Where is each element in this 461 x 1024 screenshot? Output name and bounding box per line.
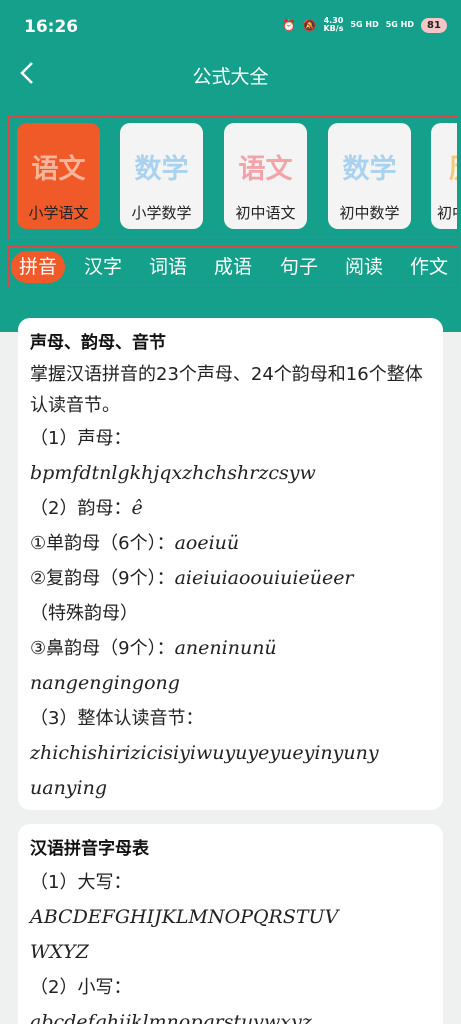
formula-text: ABCDEFGHIJKLMNOPQRSTUV	[30, 906, 339, 928]
card-text: （2）韵母：ê	[30, 497, 143, 519]
category-label: 初中语文	[235, 204, 296, 222]
category-junior-history[interactable]: 历 初中	[431, 123, 457, 229]
tab-hanzi[interactable]: 汉字	[76, 251, 130, 283]
formula-card-pinyin[interactable]: 声母、韵母、音节 掌握汉语拼音的23个声母、24个韵母和16个整体认读音节。 （…	[18, 318, 443, 810]
status-bar: 16:26 ⏰ 🔕 4.30 KB/s 5G HD 5G HD 81	[0, 0, 461, 52]
formula-text: uanying	[30, 777, 108, 799]
signal-1: 5G HD	[350, 20, 379, 29]
card-title: 声母、韵母、音节	[30, 333, 166, 353]
card-text: （2）小写：	[30, 977, 132, 998]
category-icon: 语文	[31, 154, 86, 185]
category-primary-math[interactable]: 数学 小学数学	[120, 123, 203, 229]
category-junior-chinese[interactable]: 语文 初中语文	[224, 123, 307, 229]
formula-text: nangengingong	[30, 672, 180, 694]
card-text: 掌握汉语拼音的23个声母、24个韵母和16个整体认读音节。	[30, 364, 423, 416]
card-text: （3）整体认读音节：	[30, 708, 204, 729]
category-icon: 数学	[134, 154, 189, 185]
tab-ciyu[interactable]: 词语	[141, 251, 195, 283]
tab-pinyin[interactable]: 拼音	[11, 251, 65, 283]
category-label: 初中	[437, 204, 457, 222]
card-text: ②复韵母（9个）：aieiuiaoouiuieüeer	[30, 567, 354, 589]
category-label: 小学语文	[28, 204, 89, 222]
card-title: 汉语拼音字母表	[30, 839, 149, 859]
category-label: 初中数学	[339, 204, 400, 222]
category-junior-math[interactable]: 数学 初中数学	[328, 123, 411, 229]
network-speed: 4.30 KB/s	[323, 16, 344, 33]
formula-text: WXYZ	[30, 941, 89, 963]
category-icon: 数学	[342, 154, 397, 185]
category-primary-chinese[interactable]: 语文 小学语文	[17, 123, 100, 229]
mute-icon: 🔕	[302, 18, 317, 32]
card-text: ③鼻韵母（9个）：aneninunü	[30, 637, 277, 659]
status-icons: ⏰ 🔕 4.30 KB/s 5G HD 5G HD 81	[282, 17, 447, 33]
formula-text: bpmfdtnlgkhjqxzhchshrzcsyw	[30, 462, 316, 484]
card-text: （1）大写：	[30, 872, 132, 893]
app-header: 公式大全	[0, 52, 461, 98]
signal-2: 5G HD	[385, 20, 414, 29]
card-text: （特殊韵母）	[30, 603, 138, 624]
formula-text: abcdefghijklmnopqrstuvwxyz	[30, 1011, 312, 1024]
category-icon: 语文	[238, 154, 293, 185]
alarm-icon: ⏰	[282, 18, 296, 32]
category-label: 小学数学	[131, 204, 192, 222]
tab-zuowen[interactable]: 作文	[402, 251, 456, 283]
card-text: （1）声母：	[30, 428, 132, 449]
page-title: 公式大全	[192, 66, 269, 88]
category-strip[interactable]: 语文 小学语文 数学 小学数学 语文 初中语文 数学 初中数学 历 初中	[8, 116, 458, 240]
tab-juzi[interactable]: 句子	[272, 251, 326, 283]
battery-icon: 81	[421, 17, 447, 33]
subject-tabs: 拼音 汉字 词语 成语 句子 阅读 作文	[8, 246, 458, 288]
status-time: 16:26	[24, 17, 79, 37]
tab-yuedu[interactable]: 阅读	[337, 251, 391, 283]
card-text: ①单韵母（6个）：aoeiuü	[30, 532, 240, 554]
tab-chengyu[interactable]: 成语	[206, 251, 260, 283]
category-icon: 历	[431, 147, 457, 186]
formula-card-alphabet[interactable]: 汉语拼音字母表 （1）大写： ABCDEFGHIJKLMNOPQRSTUV WX…	[18, 824, 443, 1024]
formula-text: zhichishirizicisiyiwuyuyeyueyinyuny	[30, 742, 379, 764]
